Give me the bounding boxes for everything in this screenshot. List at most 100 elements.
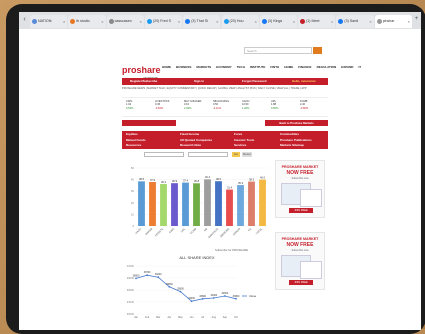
- browser-tab[interactable]: (1) Meet ×: [298, 15, 336, 28]
- market-link[interactable]: Resources: [126, 143, 141, 147]
- market-link[interactable]: All Quoted Companies: [180, 138, 212, 142]
- quote-item[interactable]: FCMB 2.40 -0.80%: [300, 100, 328, 110]
- nav-item[interactable]: FINANCE: [298, 65, 311, 69]
- series-line: [135, 274, 237, 302]
- nav-item[interactable]: IT: [358, 65, 361, 69]
- tab-favicon-icon: [338, 19, 344, 24]
- market-link[interactable]: Services: [234, 143, 246, 147]
- x-tick-label: Jun: [190, 316, 195, 319]
- tab-close-icon[interactable]: ×: [331, 15, 333, 28]
- data-point: [235, 297, 237, 300]
- date-to-field[interactable]: [188, 152, 228, 157]
- quote-item[interactable]: UACN 10.50 1.20%: [242, 100, 270, 110]
- x-tick-label: JBERGER: [219, 227, 231, 239]
- x-tick-label: May: [178, 316, 183, 319]
- tab-close-icon[interactable]: ×: [63, 15, 65, 28]
- promo-cta-button[interactable]: JOIN FREE: [289, 208, 313, 213]
- back-to-markets-link[interactable]: Back to Proshare Markets: [265, 120, 328, 126]
- proshare-page: Search proshare MARKETS HOME BUSINESS MARK…: [19, 34, 421, 330]
- x-tick-label: NB: [203, 227, 209, 233]
- back-icon[interactable]: ‹: [21, 16, 28, 23]
- forgot-password-link[interactable]: Forgot Password: [242, 78, 267, 85]
- market-link[interactable]: Research Note: [180, 143, 201, 147]
- browser-tab[interactable]: pinshar ×: [374, 15, 412, 28]
- market-link[interactable]: Forex: [234, 132, 242, 136]
- signin-link[interactable]: Sign in: [194, 78, 204, 85]
- browser-tab[interactable]: (3) Kings ×: [259, 15, 298, 28]
- search-button[interactable]: [313, 47, 322, 54]
- tab-close-icon[interactable]: ×: [293, 15, 295, 28]
- data-label: 36.9: [172, 179, 178, 183]
- new-tab-icon[interactable]: +: [413, 16, 420, 23]
- x-tick-label: MAY&B: [144, 227, 153, 236]
- tab-close-icon[interactable]: ×: [254, 15, 256, 28]
- date-from-field[interactable]: [144, 152, 184, 157]
- browser-tab[interactable]: ib studio ×: [68, 15, 106, 28]
- browser-tab[interactable]: (3) Sardi ×: [336, 15, 374, 28]
- nav-item[interactable]: HOME: [284, 65, 293, 69]
- browser-tab[interactable]: casscaseo ×: [106, 15, 144, 28]
- nav-item[interactable]: ECONOMY: [216, 65, 232, 69]
- promo-cta-button[interactable]: JOIN FREE: [289, 280, 313, 285]
- legend-label: Close: [249, 294, 257, 298]
- date-reset-button[interactable]: Reset: [242, 152, 252, 157]
- register-link[interactable]: Register/Subscribe: [130, 78, 157, 85]
- market-link[interactable]: Markets Sitemap: [280, 143, 304, 147]
- tab-close-icon[interactable]: ×: [101, 15, 103, 28]
- x-tick-label: FCMB: [189, 227, 197, 235]
- data-label: 35.3: [238, 181, 244, 185]
- news-ticker[interactable]: PROSHARE NEWS | MARKET TALK | EQUITY COM…: [122, 86, 328, 91]
- market-link[interactable]: Mutual Funds: [126, 138, 146, 142]
- tab-close-icon[interactable]: ×: [369, 15, 371, 28]
- promo-banner-2[interactable]: PROSHARE MARKET NOW FREE Subscribe now J…: [275, 232, 325, 290]
- market-link[interactable]: Fixed Income: [180, 132, 199, 136]
- browser-tab[interactable]: NATION: ×: [30, 15, 68, 28]
- quote-item[interactable]: LIVESTOCK 0.45 -0.81%: [155, 100, 183, 110]
- bar: [171, 183, 178, 226]
- hello-text: Hello, newcomer: [292, 79, 316, 83]
- promo-banner-1[interactable]: PROSHARE MARKET NOW FREE Subscribe now J…: [275, 160, 325, 218]
- nav-item[interactable]: INSTITUTE: [250, 65, 266, 69]
- nav-item[interactable]: FINTH: [270, 65, 279, 69]
- date-go-button[interactable]: Go: [232, 152, 240, 157]
- tab-favicon-icon: [32, 19, 37, 24]
- nav-item[interactable]: MARKETS: [196, 65, 211, 69]
- nav-item[interactable]: REGULATION: [317, 65, 337, 69]
- chart-title: ALL SHARE INDEX: [179, 255, 215, 260]
- data-label: 36800: [166, 283, 173, 286]
- market-link[interactable]: Investor Tools: [234, 138, 254, 142]
- quote-strip: CWG 1.04 0.52% LIVESTOCK 0.45 -0.81% MAY & BAK…: [122, 97, 328, 117]
- quote-item[interactable]: CWG 1.04 0.52%: [126, 100, 154, 110]
- market-link[interactable]: Commodities: [280, 132, 299, 136]
- search-input[interactable]: Search: [244, 47, 312, 54]
- browser-tab[interactable]: (3) That Si ×: [183, 15, 221, 28]
- quote-item[interactable]: MAY & BAKER 3.10 2.32%: [184, 100, 212, 110]
- nav-item[interactable]: EXPAND: [341, 65, 353, 69]
- data-label: 38.3: [249, 177, 255, 181]
- tab-close-icon[interactable]: ×: [178, 15, 180, 28]
- nav-item[interactable]: HOME: [162, 65, 171, 69]
- tablet-frame: ‹ + NATION: × ib studio × casscaseo × (20) Fr…: [6, 4, 425, 334]
- tab-title: (3) That Si: [191, 19, 208, 23]
- browser-tab[interactable]: (20) Fred S ×: [144, 15, 183, 28]
- x-tick-label: Jul: [201, 316, 205, 319]
- browser-tab[interactable]: (20) Hou ×: [221, 15, 259, 28]
- quote-item[interactable]: UPL 1.88 0.60%: [271, 100, 299, 110]
- quote-change: -0.80%: [300, 106, 309, 110]
- bar: [215, 181, 222, 226]
- site-logo[interactable]: proshare MARKETS: [122, 60, 161, 80]
- tab-close-icon[interactable]: ×: [216, 15, 218, 28]
- data-label: 34000: [210, 294, 217, 297]
- x-tick-label: Aug: [212, 316, 217, 319]
- data-point: [146, 274, 149, 277]
- quote-item[interactable]: NB HOLDING 3.50 -4.11%: [213, 100, 241, 110]
- price-bar-chart: 0 10 20 30 40 50 38.5 UACN 37.9 MAY&B 36.2 LIVESTK 3…: [131, 166, 268, 239]
- market-link[interactable]: Proshare Publications: [280, 138, 312, 142]
- tab-strip: ‹ + NATION: × ib studio × casscaseo × (20) Fr…: [19, 12, 421, 29]
- tab-close-icon[interactable]: ×: [140, 15, 142, 28]
- nav-item[interactable]: BUSINESS: [176, 65, 191, 69]
- tab-favicon-icon: [146, 19, 152, 24]
- tab-close-icon[interactable]: ×: [408, 15, 410, 28]
- market-link[interactable]: Equities: [126, 132, 138, 136]
- nav-item[interactable]: TECH: [237, 65, 245, 69]
